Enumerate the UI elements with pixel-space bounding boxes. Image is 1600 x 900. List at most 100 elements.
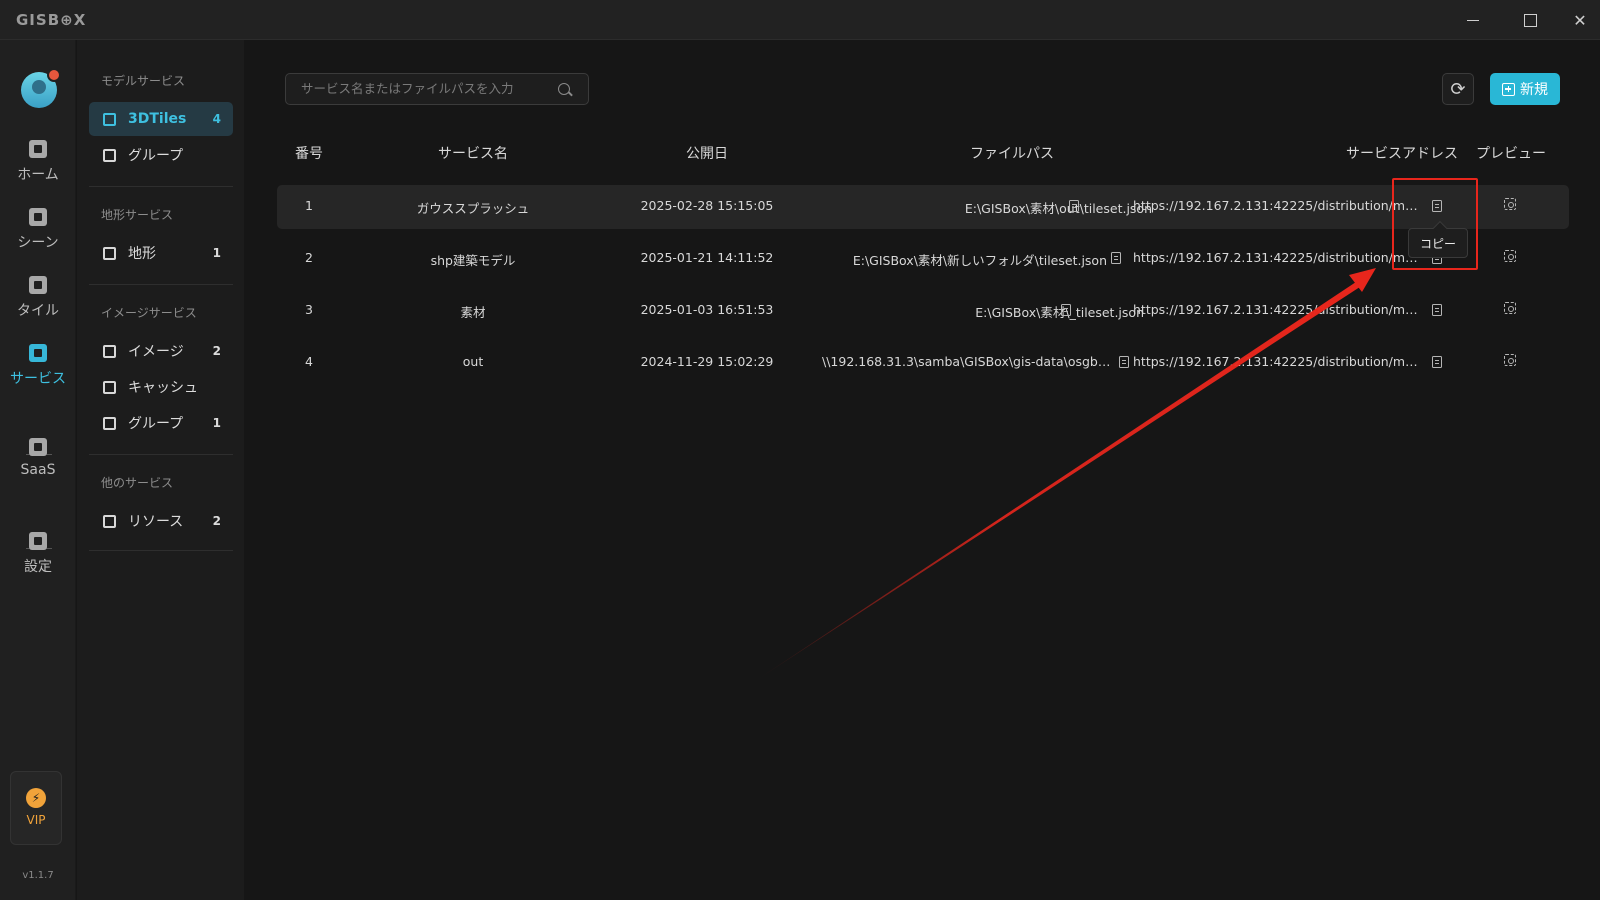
table-row[interactable]: 2 shp建築モデル 2025-01-21 14:11:52 E:\GISBox… (277, 237, 1569, 281)
col-header-preview: プレビュー (1476, 146, 1546, 162)
search-icon[interactable] (558, 83, 570, 95)
cell-name: 素材 (460, 305, 486, 320)
group-icon (103, 148, 116, 162)
sidebar-divider (89, 186, 233, 187)
cell-name: ガウススプラッシュ (416, 201, 530, 216)
cell-path: E:\GISBox\素材\_tileset.json (975, 305, 1144, 320)
close-button[interactable]: ✕ (1560, 6, 1600, 34)
table-row[interactable]: 4 out 2024-11-29 15:02:29 \\192.168.31.3… (277, 341, 1569, 385)
maximize-button[interactable] (1510, 6, 1550, 34)
version-label: v1.1.7 (22, 870, 54, 881)
sidebar-item-label: グループ (128, 148, 184, 164)
sidebar-item-cache[interactable]: キャッシュ (89, 370, 233, 404)
new-button[interactable]: 新規 (1490, 73, 1560, 105)
lock-icon (29, 438, 47, 456)
copy-address-icon[interactable] (1432, 356, 1442, 368)
section-title: イメージサービス (101, 306, 197, 320)
sidebar-item-label: 地形 (128, 246, 156, 262)
cell-date: 2025-01-03 16:51:53 (640, 302, 774, 317)
col-header-date: 公開日 (686, 146, 728, 162)
copy-address-icon[interactable] (1432, 304, 1442, 316)
cell-no: 3 (305, 302, 313, 317)
sidebar-divider (89, 454, 233, 455)
copy-path-icon[interactable] (1111, 252, 1121, 264)
rail-item-scene[interactable]: シーン (0, 204, 76, 260)
cell-path: E:\GISBox\素材\新しいフォルダ\tileset.json (852, 253, 1107, 268)
notification-badge (47, 68, 61, 82)
cell-date: 2025-02-28 15:15:05 (640, 198, 774, 213)
resource-icon (103, 514, 116, 528)
cell-date: 2025-01-21 14:11:52 (640, 250, 774, 265)
cell-address: https://192.167.2.131:42225/distribution… (1133, 302, 1423, 317)
rail-label: タイル (17, 303, 59, 319)
sidebar-item-label: グループ (128, 416, 184, 432)
vip-button[interactable]: ⚡ VIP (10, 771, 62, 845)
copy-path-icon[interactable] (1061, 304, 1071, 316)
gear-icon (29, 532, 47, 550)
section-title: 他のサービス (101, 476, 174, 490)
rail-label: 設定 (24, 559, 52, 575)
cell-path: \\192.168.31.3\samba\GISBox\gis-data\osg… (822, 354, 1112, 369)
cell-path: E:\GISBox\素材\out\tileset.json (964, 201, 1152, 216)
cell-no: 1 (305, 198, 313, 213)
cell-address: https://192.167.2.131:42225/distribution… (1133, 354, 1423, 369)
rail-label: シーン (17, 235, 59, 251)
group-icon (103, 416, 116, 430)
sidebar-divider (89, 284, 233, 285)
sidebar-item-count: 2 (212, 344, 221, 358)
copy-path-icon[interactable] (1119, 356, 1129, 368)
scene-icon (29, 208, 47, 226)
sidebar-item-count: 4 (212, 112, 221, 126)
minimize-button[interactable] (1453, 6, 1493, 34)
cell-name: shp建築モデル (430, 253, 516, 268)
preview-icon[interactable] (1504, 198, 1516, 210)
table-row[interactable]: 3 素材 2025-01-03 16:51:53 E:\GISBox\素材\_t… (277, 289, 1569, 333)
refresh-button[interactable]: ⟳ (1442, 73, 1474, 105)
home-icon (29, 140, 47, 158)
service-sidebar: モデルサービス 3DTiles 4 グループ 地形サービス 地形 1 イメージサ… (77, 40, 244, 900)
nav-rail: ホーム シーン タイル サービス SaaS 設定 ⚡ VIP v1.1.7 (0, 40, 76, 900)
cache-icon (103, 380, 116, 394)
sidebar-item-resource[interactable]: リソース 2 (89, 504, 233, 538)
service-icon (29, 344, 47, 362)
app-logo: GISB⊕X (16, 11, 87, 29)
table-row[interactable]: 1 ガウススプラッシュ 2025-02-28 15:15:05 E:\GISBo… (277, 185, 1569, 229)
rail-item-settings[interactable]: 設定 (0, 528, 76, 584)
sidebar-item-label: 3DTiles (128, 111, 187, 127)
tile-icon (29, 276, 47, 294)
sidebar-item-3dtiles[interactable]: 3DTiles 4 (89, 102, 233, 136)
preview-icon[interactable] (1504, 354, 1516, 366)
cell-no: 4 (305, 354, 313, 369)
search-box[interactable] (285, 73, 589, 105)
terrain-icon (103, 246, 116, 260)
preview-icon[interactable] (1504, 302, 1516, 314)
arrow-shaft (752, 278, 1366, 683)
table-header: 番号 サービス名 公開日 ファイルパス サービスアドレス プレビュー (277, 137, 1569, 167)
image-icon (103, 344, 116, 358)
rail-item-tile[interactable]: タイル (0, 272, 76, 328)
sidebar-item-terrain[interactable]: 地形 1 (89, 236, 233, 270)
sidebar-item-label: リソース (128, 514, 184, 530)
annotation-highlight-box (1392, 178, 1478, 270)
rail-label: SaaS (20, 462, 56, 478)
cell-address: https://192.167.2.131:42225/distribution… (1133, 250, 1423, 265)
rail-item-saas[interactable]: SaaS (0, 434, 76, 490)
add-icon (1502, 82, 1515, 96)
cell-date: 2024-11-29 15:02:29 (640, 354, 774, 369)
refresh-icon: ⟳ (1450, 78, 1466, 100)
new-button-label: 新規 (1520, 82, 1548, 98)
sidebar-item-image[interactable]: イメージ 2 (89, 334, 233, 368)
search-input[interactable] (301, 81, 551, 96)
sidebar-item-count: 1 (212, 246, 221, 260)
rail-label: ホーム (17, 167, 59, 183)
sidebar-item-count: 2 (212, 514, 221, 528)
rail-item-service[interactable]: サービス (0, 340, 76, 396)
cell-no: 2 (305, 250, 313, 265)
col-header-path: ファイルパス (970, 146, 1054, 162)
sidebar-item-image-group[interactable]: グループ 1 (89, 406, 233, 440)
sidebar-item-label: イメージ (128, 344, 184, 360)
preview-icon[interactable] (1504, 250, 1516, 262)
sidebar-item-model-group[interactable]: グループ (89, 138, 233, 172)
copy-path-icon[interactable] (1069, 200, 1079, 212)
rail-item-home[interactable]: ホーム (0, 136, 76, 192)
